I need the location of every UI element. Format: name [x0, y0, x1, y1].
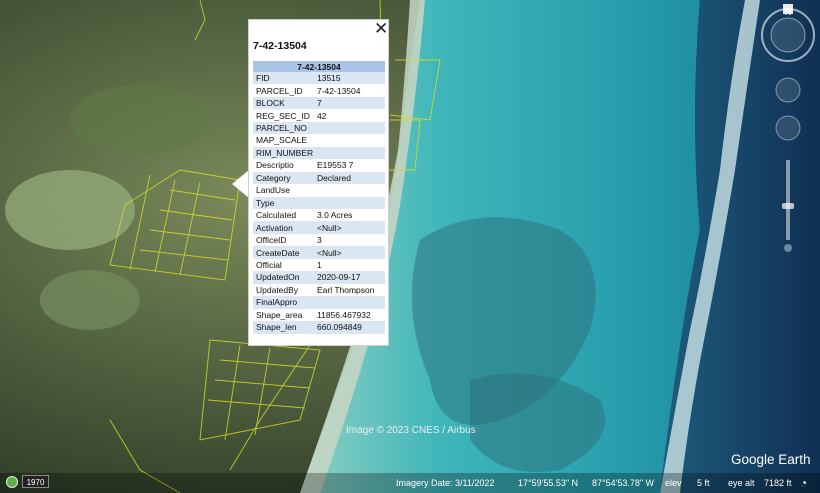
attribute-key: BLOCK — [253, 96, 314, 110]
popup-title: 7-42-13504 — [253, 40, 307, 52]
attribute-value: 1 — [314, 258, 385, 272]
attribute-key: OfficeID — [253, 233, 314, 247]
eye-alt-label: eye alt — [728, 478, 755, 488]
attribute-key: UpdatedOn — [253, 271, 314, 284]
historical-imagery-year[interactable]: 1970 — [22, 475, 49, 488]
move-joystick[interactable] — [775, 115, 801, 141]
attribute-value: <Null> — [314, 246, 385, 259]
attribute-value: <Null> — [314, 221, 385, 234]
table-row: PARCEL_NO — [253, 121, 385, 135]
table-row: Shape_len 660.094849 — [253, 321, 385, 334]
attribute-key: Official — [253, 258, 314, 272]
attribute-key: CreateDate — [253, 246, 314, 259]
table-row: OfficeID 3 — [253, 233, 385, 247]
attribute-value: Declared — [314, 171, 385, 185]
attribute-key: Shape_len — [253, 321, 314, 334]
table-row: Activation <Null> — [253, 221, 385, 234]
attribute-value: E19553 7 — [314, 159, 385, 172]
table-row: CreateDate <Null> — [253, 246, 385, 259]
attribute-key: REG_SEC_ID — [253, 109, 314, 122]
attribute-key: PARCEL_NO — [253, 121, 314, 135]
close-icon[interactable]: ✕ — [374, 20, 388, 37]
attribute-value — [314, 296, 385, 309]
attribute-value: Earl Thompson — [314, 283, 385, 297]
attribute-table: 7-42-13504 FID 13515 PARCEL_ID 7-42-13504 BL… — [253, 61, 385, 334]
attribute-key: Activation — [253, 221, 314, 234]
imagery-credit: Image © 2023 CNES / Airbus — [346, 425, 476, 436]
loading-icon: ◔ — [800, 476, 808, 490]
attribute-key: RIM_NUMBER — [253, 146, 314, 160]
attribute-value: 13515 — [314, 72, 385, 85]
satellite-map[interactable] — [0, 0, 820, 493]
attribute-key: FID — [253, 72, 314, 85]
attribute-value — [314, 146, 385, 160]
attribute-value: 2020-09-17 — [314, 271, 385, 284]
attribute-key: LandUse — [253, 184, 314, 197]
table-row: REG_SEC_ID 42 — [253, 109, 385, 122]
attribute-value — [314, 121, 385, 135]
google-earth-logo: Google Earth — [731, 452, 811, 467]
elev-value: 5 ft — [697, 478, 710, 488]
table-row: Calculated 3.0 Acres — [253, 208, 385, 222]
attribute-value — [314, 184, 385, 197]
attribute-value — [314, 196, 385, 209]
longitude-readout: 87°54'53.78" W — [592, 478, 655, 488]
attribute-value — [314, 134, 385, 147]
table-row: FID 13515 — [253, 72, 385, 85]
table-row: UpdatedBy Earl Thompson — [253, 283, 385, 297]
table-row: Shape_area 11856.467932 — [253, 308, 385, 322]
table-row: UpdatedOn 2020-09-17 — [253, 271, 385, 284]
attribute-value: 11856.467932 — [314, 308, 385, 322]
table-header: 7-42-13504 — [253, 61, 385, 72]
attribute-key: Calculated — [253, 208, 314, 222]
earth-globe-icon[interactable] — [6, 476, 18, 488]
attribute-value: 42 — [314, 109, 385, 122]
table-row: Category Declared — [253, 171, 385, 185]
attribute-key: MAP_SCALE — [253, 134, 314, 147]
table-row: PARCEL_ID 7-42-13504 — [253, 84, 385, 97]
table-row: Official 1 — [253, 258, 385, 272]
attribute-value: 3 — [314, 233, 385, 247]
attribute-value: 660.094849 — [314, 321, 385, 334]
table-row: FinalAppro — [253, 296, 385, 309]
popup-pointer — [232, 170, 249, 198]
attribute-key: Type — [253, 196, 314, 209]
attribute-key: Category — [253, 171, 314, 185]
table-row: MAP_SCALE — [253, 134, 385, 147]
attribute-key: Shape_area — [253, 308, 314, 322]
attribute-value: 7-42-13504 — [314, 84, 385, 97]
attribute-key: Descriptio — [253, 159, 314, 172]
attribute-value: 7 — [314, 96, 385, 110]
table-row: Descriptio E19553 7 — [253, 159, 385, 172]
attribute-key: FinalAppro — [253, 296, 314, 309]
pegman-icon[interactable] — [784, 244, 792, 252]
table-row: RIM_NUMBER — [253, 146, 385, 160]
look-joystick[interactable] — [775, 77, 801, 103]
eye-alt-value: 7182 ft — [764, 478, 792, 488]
latitude-readout: 17°59'55.53" N — [518, 478, 579, 488]
attribute-key: PARCEL_ID — [253, 84, 314, 97]
attribute-key: UpdatedBy — [253, 283, 314, 297]
table-row: Type — [253, 196, 385, 209]
table-row: BLOCK 7 — [253, 96, 385, 110]
attribute-value: 3.0 Acres — [314, 208, 385, 222]
imagery-date: Imagery Date: 3/11/2022 — [396, 478, 495, 488]
table-row: LandUse — [253, 184, 385, 197]
elev-label: elev — [665, 478, 682, 488]
